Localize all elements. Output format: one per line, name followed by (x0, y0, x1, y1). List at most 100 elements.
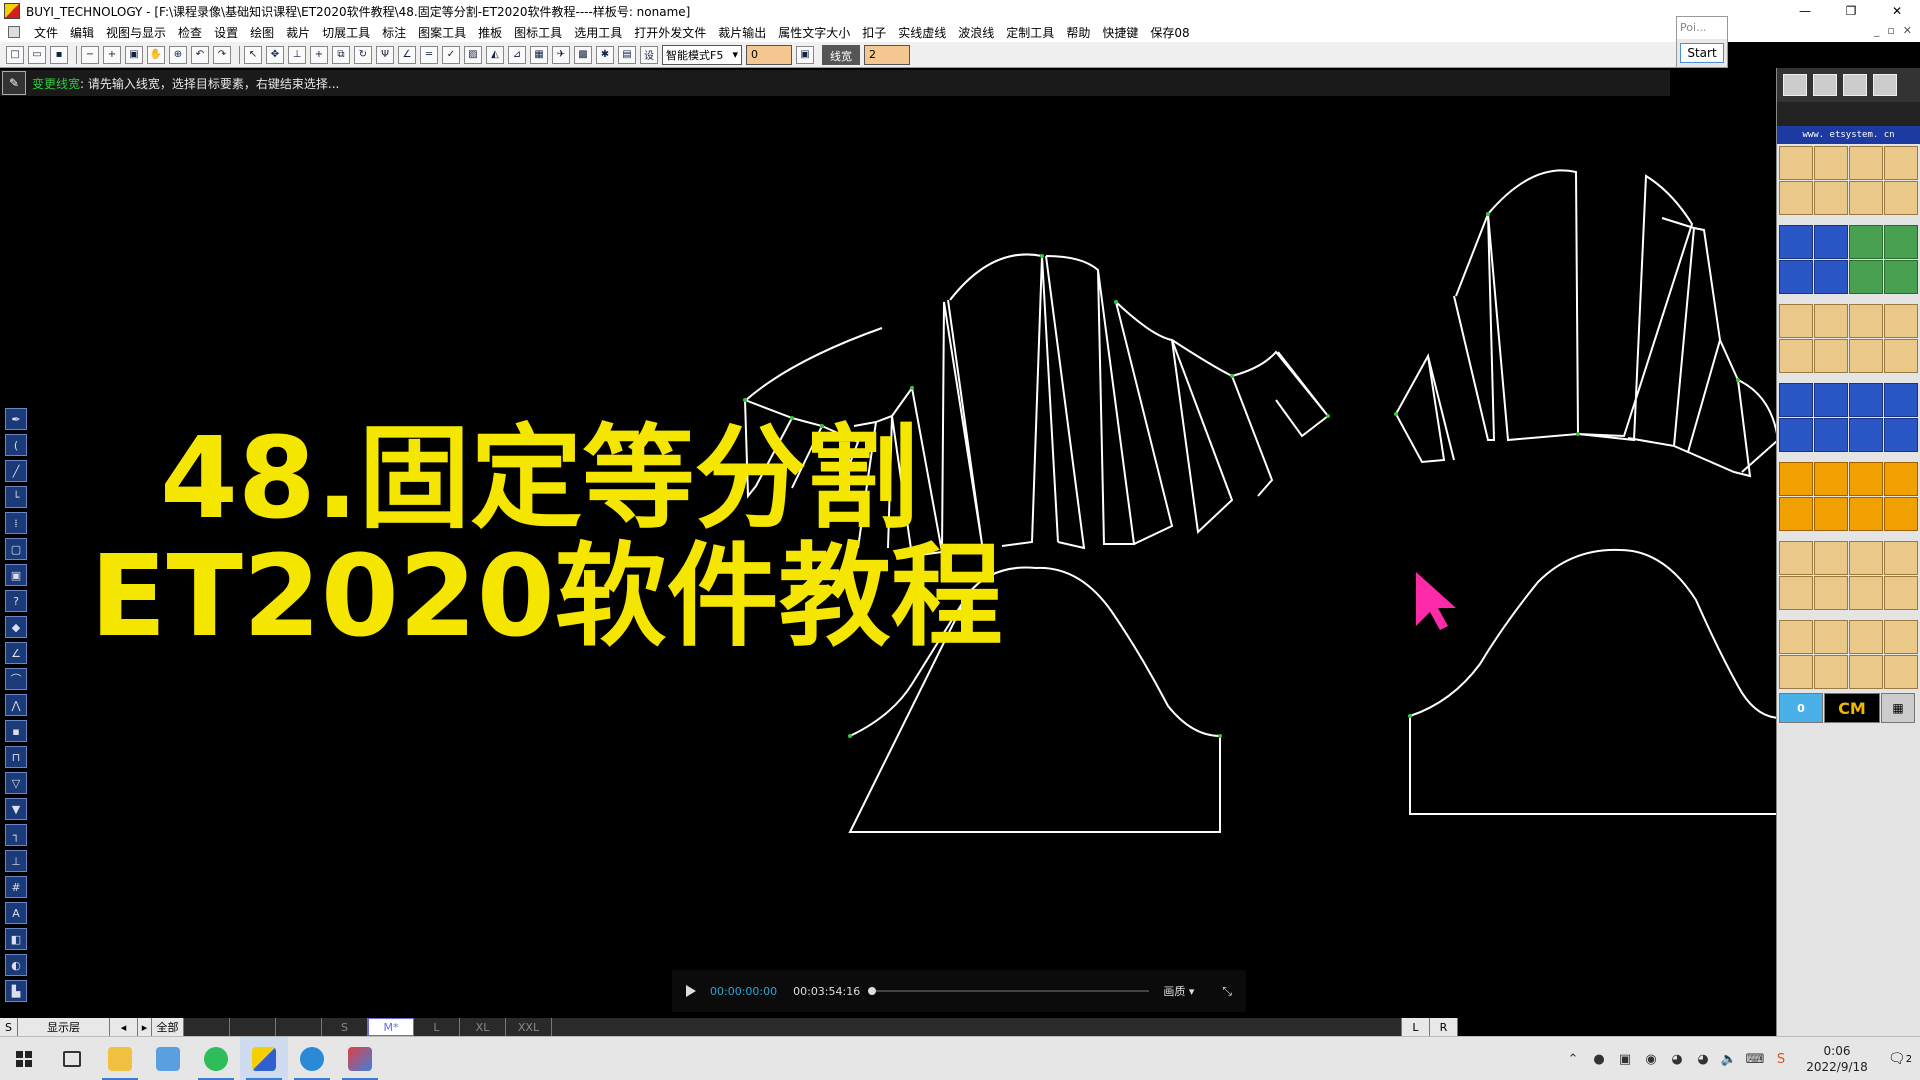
piece-tool-icon[interactable]: ▙ (5, 980, 27, 1002)
save-disk-icon[interactable]: ▪ (50, 45, 68, 64)
close-button[interactable]: ✕ (1874, 0, 1920, 22)
arc-tool-icon[interactable]: ⌒ (5, 668, 27, 690)
notification-button[interactable]: 🗨 2 (1880, 1051, 1920, 1067)
transform-icon[interactable]: ⧉ (332, 45, 350, 64)
menu-custom-tools[interactable]: 定制工具 (1000, 24, 1060, 41)
outline-triangle-tool-icon[interactable] (1814, 620, 1848, 654)
undo-icon[interactable]: ↶ (191, 45, 209, 64)
zoom-out-icon[interactable]: − (81, 45, 99, 64)
menu-pattern-tools[interactable]: 图案工具 (412, 24, 472, 41)
help-tool-icon[interactable]: ? (5, 590, 27, 612)
star-icon[interactable]: ✱ (596, 45, 614, 64)
document-icon[interactable] (8, 26, 20, 38)
tray-app-icon[interactable]: ● (1588, 1048, 1610, 1070)
frame-tool-icon[interactable] (1849, 304, 1883, 338)
menu-open-external[interactable]: 打开外发文件 (628, 24, 712, 41)
wave-tool-icon[interactable] (1814, 497, 1848, 531)
abc-tool-icon[interactable] (1884, 576, 1918, 610)
menu-draw[interactable]: 绘图 (244, 24, 280, 41)
taskbar-recorder[interactable] (336, 1037, 384, 1080)
taskbar-app-2[interactable] (144, 1037, 192, 1080)
task-view-button[interactable] (48, 1037, 96, 1080)
notch-tool-icon[interactable]: ⊓ (5, 746, 27, 768)
pick-icon[interactable]: ▣ (796, 45, 814, 64)
menu-edit[interactable]: 编辑 (64, 24, 100, 41)
pencil-tool-icon[interactable] (1779, 576, 1813, 610)
dart-tool-icon[interactable] (1814, 181, 1848, 215)
taskbar-clock[interactable]: 0:06 2022/9/18 (1794, 1043, 1880, 1075)
left-side-button[interactable]: L (1402, 1018, 1430, 1036)
qq-icon[interactable]: ◕ (1666, 1048, 1688, 1070)
color-palette-icon[interactable]: ▦ (530, 45, 548, 64)
linewidth-input[interactable]: 2 (864, 44, 910, 65)
taskbar-browser[interactable] (288, 1037, 336, 1080)
tape-tool-icon[interactable] (1849, 620, 1883, 654)
line-tool-icon[interactable]: ╱ (5, 460, 27, 482)
pan-hand-icon[interactable]: ✋ (147, 45, 165, 64)
cone-tool-icon[interactable]: ▼ (5, 798, 27, 820)
step-tool-icon[interactable] (1849, 497, 1883, 531)
table-tool-icon[interactable] (1814, 576, 1848, 610)
all-sizes-button[interactable]: 全部 (152, 1018, 184, 1036)
divide-tool-icon[interactable]: ⁞ (5, 512, 27, 534)
pattern-piece-icon[interactable]: ◭ (486, 45, 504, 64)
progress-knob[interactable] (868, 987, 877, 995)
size-cell[interactable] (230, 1018, 276, 1036)
et-tool-icon[interactable] (1849, 462, 1883, 496)
taskbar-wechat[interactable] (192, 1037, 240, 1080)
grade-tool-icon[interactable] (1814, 383, 1848, 417)
new-file-icon[interactable]: □ (6, 45, 24, 64)
open-folder-icon[interactable]: ▭ (28, 45, 46, 64)
minimize-button[interactable]: — (1782, 0, 1828, 22)
mesh-tool-icon[interactable] (1814, 260, 1848, 294)
parallel-line-icon[interactable]: ═ (420, 45, 438, 64)
play-icon[interactable] (686, 985, 696, 997)
corner-tool-icon[interactable] (1884, 181, 1918, 215)
exit-fullscreen-icon[interactable]: ⤡ (1222, 984, 1232, 999)
qq-icon[interactable]: ◕ (1692, 1048, 1714, 1070)
grid-tool-icon[interactable]: # (5, 876, 27, 898)
rect-tool-icon[interactable]: ▢ (5, 538, 27, 560)
next-arrow-button[interactable]: ▸ (138, 1018, 152, 1036)
drop-tool-icon[interactable] (1884, 620, 1918, 654)
add-point-icon[interactable]: + (310, 45, 328, 64)
layers-tool-icon[interactable] (1814, 655, 1848, 689)
tag-tool-icon[interactable]: ◧ (5, 928, 27, 950)
menu-slash-spread[interactable]: 切展工具 (316, 24, 376, 41)
fit-screen-icon[interactable]: ▣ (125, 45, 143, 64)
tray-app-icon[interactable]: ◉ (1640, 1048, 1662, 1070)
input-method-icon[interactable]: S (1770, 1048, 1792, 1070)
start-menu-button[interactable] (0, 1037, 48, 1080)
split-tool-icon[interactable] (1884, 497, 1918, 531)
cup-tool-icon[interactable] (1779, 339, 1813, 373)
menu-solid-dashed[interactable]: 实线虚线 (892, 24, 952, 41)
plane-icon[interactable]: ✈ (552, 45, 570, 64)
menu-help[interactable]: 帮助 (1060, 24, 1096, 41)
bag-tool-icon[interactable] (1884, 304, 1918, 338)
curve-tool-icon[interactable]: ( (5, 434, 27, 456)
fold-tool-icon[interactable] (1884, 225, 1918, 259)
delete-tool-icon[interactable] (1884, 260, 1918, 294)
settings-icon[interactable]: 设 (640, 45, 658, 64)
menu-view[interactable]: 视图与显示 (100, 24, 172, 41)
menu-wavy-line[interactable]: 波浪线 (952, 24, 1000, 41)
cut-tool-icon[interactable] (1779, 225, 1813, 259)
measure-icon[interactable]: ⊿ (508, 45, 526, 64)
horse-tool-icon[interactable] (1884, 339, 1918, 373)
trapezoid-tool-icon[interactable] (1884, 383, 1918, 417)
v-tool-icon[interactable] (1779, 418, 1813, 452)
menu-settings[interactable]: 设置 (208, 24, 244, 41)
hand-tool-icon[interactable] (1849, 339, 1883, 373)
size-cell[interactable] (276, 1018, 322, 1036)
menu-select-tools[interactable]: 选用工具 (568, 24, 628, 41)
rotate-icon[interactable]: ↻ (354, 45, 372, 64)
scissors-tool-icon[interactable] (1849, 181, 1883, 215)
angle-tool-icon[interactable]: ∠ (5, 642, 27, 664)
palette-toggle-button[interactable] (1873, 74, 1897, 96)
unit-button[interactable]: CM (1824, 693, 1880, 723)
size-cell-xl[interactable]: XL (460, 1018, 506, 1036)
menu-piece-output[interactable]: 裁片输出 (712, 24, 772, 41)
quality-select[interactable]: 画质 ▾ (1163, 983, 1194, 999)
hem-tool-icon[interactable] (1779, 181, 1813, 215)
menu-grading[interactable]: 推板 (472, 24, 508, 41)
